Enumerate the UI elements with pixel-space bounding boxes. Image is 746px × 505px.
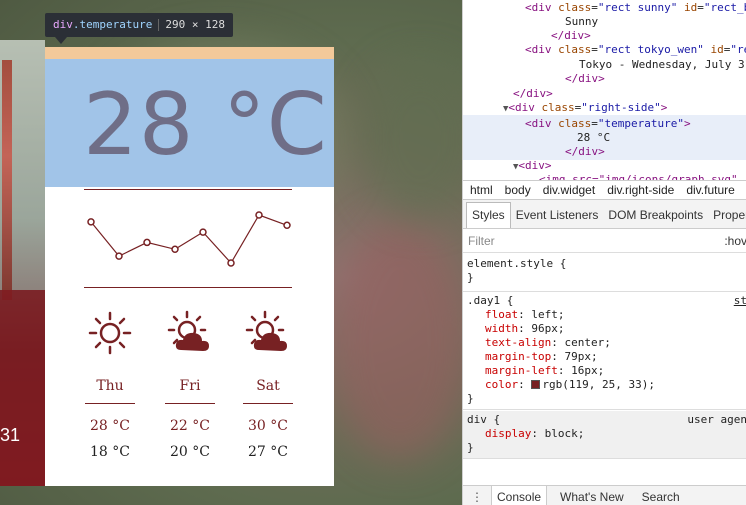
day-label: Sat — [256, 378, 280, 394]
background-blur — [360, 60, 462, 220]
tooltip-arrow — [55, 37, 67, 44]
sidebar-tabs: Styles Event Listeners DOM Breakpoints Prop… — [463, 200, 746, 229]
dom-node[interactable]: <div class="rect tokyo_wen" id="re — [525, 42, 746, 57]
day-label: Fri — [179, 378, 201, 394]
date-number: 31 — [0, 425, 21, 445]
breadcrumb-item[interactable]: div.right-side — [607, 183, 674, 197]
tab-properties[interactable]: Properties — [708, 201, 746, 228]
tooltip-separator — [158, 19, 160, 31]
rule-source-link[interactable]: st — [734, 294, 746, 308]
css-property[interactable]: display: block; — [467, 427, 746, 441]
rule-selector: element.style { — [467, 257, 567, 270]
sun-icon — [88, 311, 132, 355]
user-agent-div-rule[interactable]: div { user agen display: block; } — [463, 411, 746, 459]
tooltip-class: .temperature — [72, 18, 153, 31]
background-blur — [330, 220, 462, 460]
day-label: Thu — [96, 378, 124, 394]
dom-close-tag[interactable]: </div> — [565, 71, 605, 86]
trend-point — [143, 238, 151, 247]
rule-close: } — [467, 392, 474, 405]
dom-text[interactable]: Tokyo - Wednesday, July 31 — [579, 57, 746, 72]
breadcrumb: html body div.widget div.right-side div.futu… — [463, 180, 746, 200]
date-panel — [0, 290, 45, 486]
dom-node-right-side[interactable]: ▼<div class="right-side"> — [503, 100, 667, 115]
sun-cloud-icon — [245, 310, 287, 351]
high-temperature: 22 °C — [170, 418, 210, 434]
dom-node-temperature[interactable]: <div class="temperature"> — [525, 116, 691, 131]
tab-search[interactable]: Search — [637, 486, 685, 505]
styles-filter-input[interactable]: Filter :hov — [463, 229, 746, 253]
css-property[interactable]: margin-top: 79px; — [467, 350, 746, 364]
divider-top — [84, 189, 292, 190]
tab-event-listeners[interactable]: Event Listeners — [511, 201, 604, 228]
color-swatch-icon[interactable] — [531, 380, 541, 389]
css-property[interactable]: text-align: center; — [467, 336, 746, 350]
forecast-day-thu: Thu 28 °C 18 °C — [80, 310, 140, 460]
dom-text[interactable]: Sunny — [565, 14, 598, 29]
high-temperature: 28 °C — [90, 418, 130, 434]
breadcrumb-item[interactable]: div.widget — [543, 183, 595, 197]
forecast-day-sat: Sat 30 °C 27 °C — [238, 310, 298, 460]
inspect-tooltip: div.temperature 290 × 128 — [45, 13, 233, 37]
dom-close-tag[interactable]: </div> — [551, 28, 591, 43]
temperature-panel[interactable]: 28 °C — [45, 59, 334, 187]
css-property[interactable]: float: left; — [467, 308, 746, 322]
divider-bottom — [84, 287, 292, 288]
more-options-icon[interactable]: ⋮ — [463, 487, 491, 505]
low-temperature: 27 °C — [248, 444, 288, 460]
breadcrumb-item[interactable]: div.future — [686, 183, 734, 197]
trend-point — [115, 252, 123, 260]
trend-point — [87, 218, 95, 226]
forecast-day-fri: Fri 22 °C 20 °C — [160, 310, 220, 460]
breadcrumb-item[interactable]: body — [505, 183, 531, 197]
css-property[interactable]: color: rgb(119, 25, 33); — [467, 378, 746, 392]
tokyo-photo-card: 31 — [0, 40, 45, 486]
dom-node[interactable]: ▼<div> — [513, 158, 552, 173]
tab-console[interactable]: Console — [491, 486, 548, 505]
current-temperature: 28 °C — [83, 75, 328, 175]
sun-cloud-icon — [167, 310, 209, 351]
trend-point — [199, 228, 207, 236]
day-underline — [165, 403, 215, 404]
low-temperature: 18 °C — [90, 444, 130, 460]
css-property[interactable]: margin-left: 16px; — [467, 364, 746, 378]
tooltip-tag: div — [53, 18, 73, 31]
css-property[interactable]: width: 96px; — [467, 322, 746, 336]
weather-widget: 28 °C Thu 28 °C 18 °C Fri 22 °C 20 °C Sa… — [45, 47, 334, 486]
breadcrumb-item[interactable]: html — [470, 183, 493, 197]
trend-point — [227, 259, 235, 267]
low-temperature: 20 °C — [170, 444, 210, 460]
rule-close: } — [467, 271, 474, 284]
tooltip-dimensions: 290 × 128 — [165, 18, 225, 31]
rule-selector: .day1 { st — [467, 294, 746, 308]
tab-whats-new[interactable]: What's New — [555, 486, 629, 505]
tab-styles[interactable]: Styles — [466, 202, 511, 228]
dom-close-tag[interactable]: </div> — [565, 144, 605, 159]
dom-text[interactable]: 28 °C — [577, 130, 610, 145]
user-agent-label: user agen — [687, 413, 746, 426]
devtools-panel: <div class="rect sunny" id="rect_b Sunny… — [462, 0, 746, 505]
page-preview: 31 28 °C Thu 28 °C 18 °C Fri 22 °C 20 °C… — [0, 0, 462, 505]
tab-dom-breakpoints[interactable]: DOM Breakpoints — [603, 201, 708, 228]
trend-point — [171, 245, 179, 254]
hover-state-toggle[interactable]: :hov — [724, 229, 746, 253]
drawer-tabs: ⋮ Console What's New Search — [463, 485, 746, 505]
widget-top-bar — [45, 47, 334, 59]
rule-close: } — [467, 441, 474, 454]
trend-point — [283, 221, 291, 230]
tokyo-tower-image — [2, 60, 12, 300]
dom-close-tag[interactable]: </div> — [513, 86, 553, 101]
day-underline — [85, 403, 135, 404]
temperature-trend-graph — [87, 211, 291, 267]
dom-node[interactable]: <img src="img/icons/graph.svg" — [539, 172, 738, 180]
trend-point — [255, 211, 263, 219]
elements-tree: <div class="rect sunny" id="rect_b Sunny… — [463, 0, 746, 180]
rule-selector: div { user agen — [467, 413, 746, 426]
dom-node[interactable]: <div class="rect sunny" id="rect_b — [525, 0, 746, 15]
filter-placeholder: Filter — [468, 234, 495, 248]
high-temperature: 30 °C — [248, 418, 288, 434]
day-underline — [243, 403, 293, 404]
day1-rule[interactable]: .day1 { st float: left; width: 96px; tex… — [463, 292, 746, 410]
element-style-rule[interactable]: element.style { } — [463, 254, 746, 292]
